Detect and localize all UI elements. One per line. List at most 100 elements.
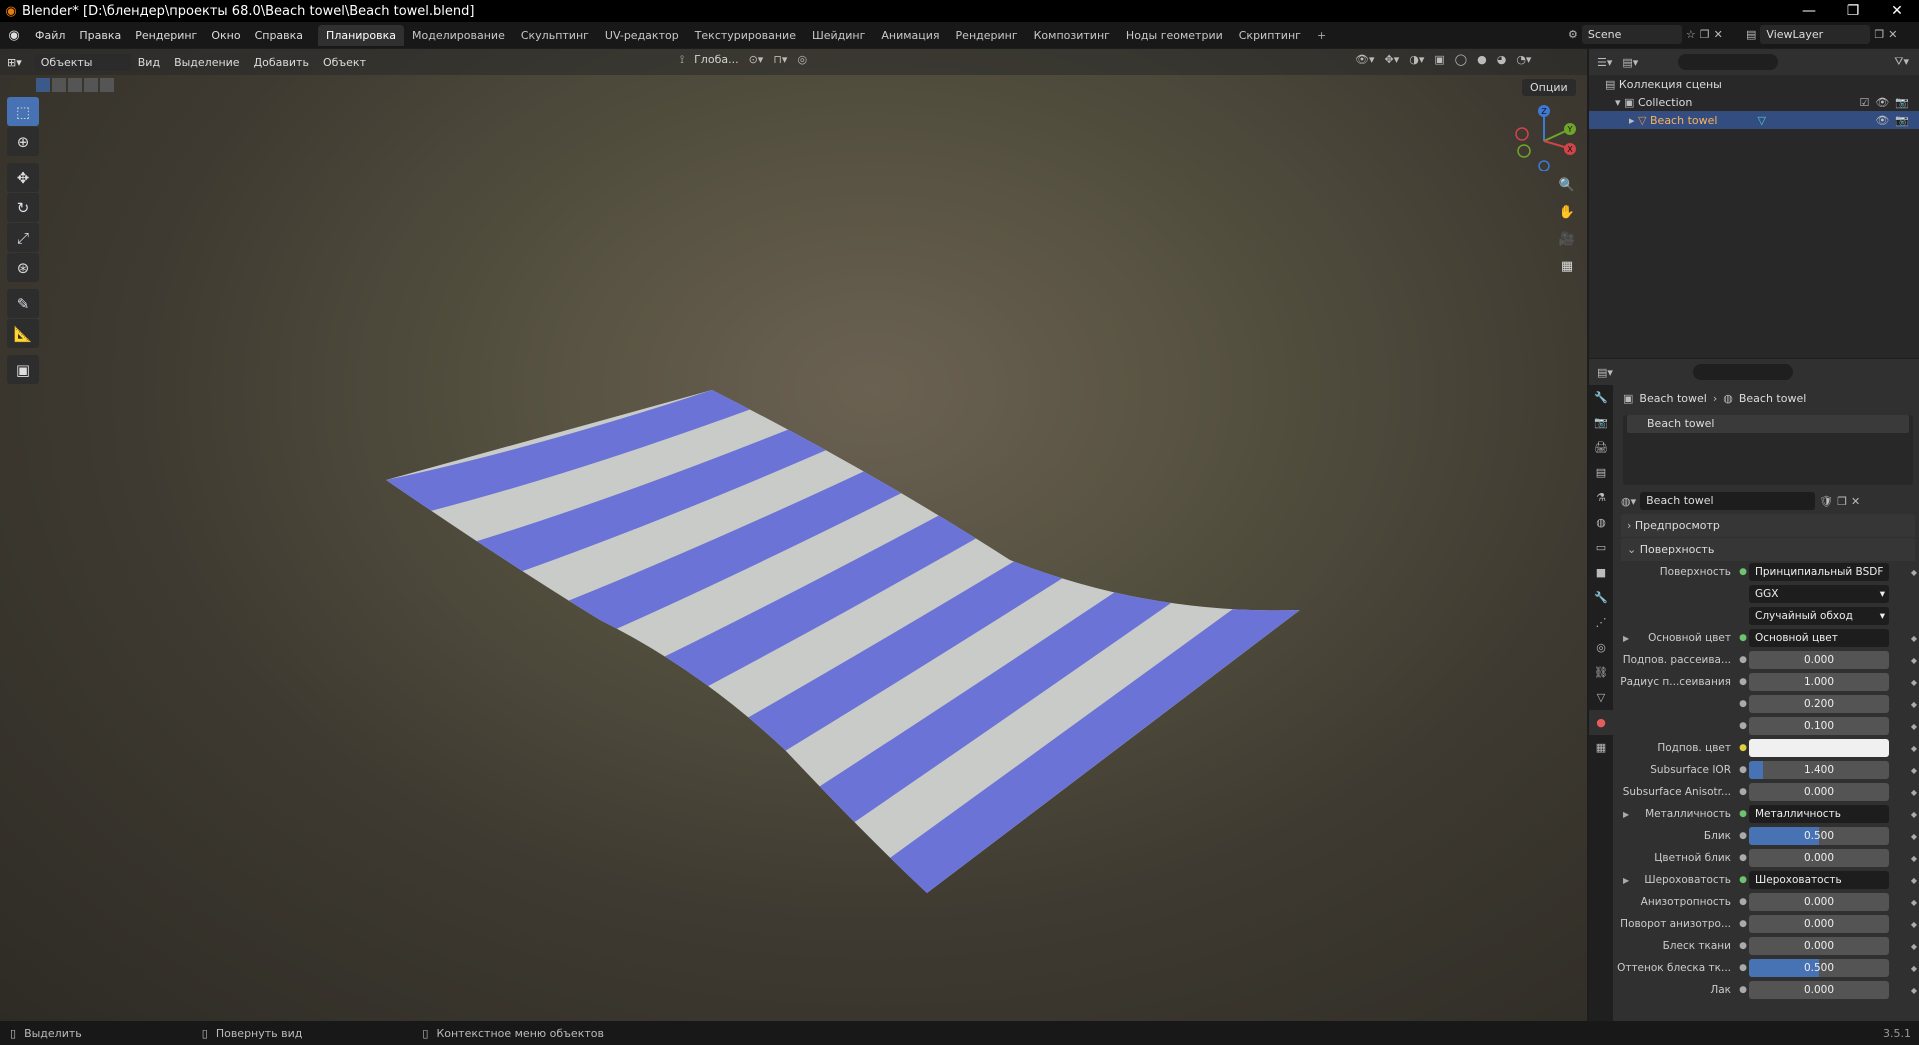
menu-render[interactable]: Рендеринг xyxy=(128,29,204,42)
close-button[interactable]: ✕ xyxy=(1875,0,1919,22)
property-field[interactable]: 0.500 xyxy=(1749,959,1889,977)
texture-tab-icon[interactable]: ▦ xyxy=(1589,735,1613,760)
keyframe-icon[interactable]: ◆ xyxy=(1911,656,1917,665)
world-tab-icon[interactable]: ◍ xyxy=(1589,510,1613,535)
filter-icon[interactable]: ⛛▾ xyxy=(1894,55,1909,69)
tab-animation[interactable]: Анимация xyxy=(873,25,947,46)
select-intersect-icon[interactable] xyxy=(100,78,114,92)
delete-scene-icon[interactable]: ✕ xyxy=(1714,28,1723,41)
move-tool-icon[interactable]: ✥ xyxy=(7,163,39,192)
menu-window[interactable]: Окно xyxy=(204,29,247,42)
expand-arrow-icon[interactable]: ▾ xyxy=(1615,96,1621,109)
keyframe-icon[interactable]: ◆ xyxy=(1911,942,1917,951)
socket-icon[interactable]: ● xyxy=(1737,743,1749,753)
exclude-checkbox-icon[interactable]: ☑ xyxy=(1859,96,1869,109)
color-swatch[interactable] xyxy=(1749,739,1889,757)
display-mode-icon[interactable]: ▤▾ xyxy=(1622,56,1638,69)
expand-arrow-icon[interactable]: ▸ xyxy=(1629,114,1635,127)
property-field[interactable]: 0.000 xyxy=(1749,937,1889,955)
keyframe-icon[interactable]: ◆ xyxy=(1911,854,1917,863)
delete-view-layer-icon[interactable]: ✕ xyxy=(1888,28,1897,41)
pan-hand-icon[interactable]: ✋ xyxy=(1554,200,1580,226)
socket-icon[interactable]: ● xyxy=(1737,831,1749,841)
tool-tab-icon[interactable]: 🔧 xyxy=(1589,385,1613,410)
outliner-object-beach-towel[interactable]: ▸ ▽ Beach towel ▽ 👁 📷 xyxy=(1589,111,1919,129)
visibility-icon[interactable]: 👁▾ xyxy=(1355,53,1375,66)
new-view-layer-icon[interactable]: ❐ xyxy=(1874,28,1884,41)
surface-panel-header[interactable]: ⌄ Поверхность xyxy=(1621,538,1915,561)
tab-texture-paint[interactable]: Текстурирование xyxy=(687,25,804,46)
property-dropdown[interactable]: GGX ▾ xyxy=(1749,585,1889,603)
editor-type-icon[interactable]: ⊞▾ xyxy=(0,56,29,69)
duplicate-material-icon[interactable]: ❐ xyxy=(1837,495,1847,508)
camera-render-icon[interactable]: 📷 xyxy=(1895,114,1909,127)
tab-uv-editing[interactable]: UV-редактор xyxy=(597,25,687,46)
keyframe-icon[interactable]: ◆ xyxy=(1911,744,1917,753)
socket-icon[interactable]: ● xyxy=(1737,875,1749,885)
material-name-field[interactable]: Beach towel xyxy=(1640,492,1816,510)
eye-icon[interactable]: 👁 xyxy=(1875,96,1889,109)
wireframe-shading-icon[interactable]: ◯ xyxy=(1455,53,1467,66)
object-tab-icon[interactable]: ■ xyxy=(1589,560,1613,585)
socket-icon[interactable]: ● xyxy=(1737,853,1749,863)
properties-editor-type-icon[interactable]: ▤▾ xyxy=(1597,366,1613,379)
measure-tool-icon[interactable]: 📐 xyxy=(7,319,39,348)
property-field[interactable]: 1.400 xyxy=(1749,761,1889,779)
property-field[interactable]: 0.000 xyxy=(1749,893,1889,911)
pivot-icon[interactable]: ⊙▾ xyxy=(749,53,764,67)
physics-tab-icon[interactable]: ◎ xyxy=(1589,635,1613,660)
scene-tab-icon[interactable]: ⚗ xyxy=(1589,485,1613,510)
property-field[interactable]: Шероховатость xyxy=(1749,871,1889,889)
properties-search-input[interactable] xyxy=(1692,364,1793,380)
minimize-button[interactable]: — xyxy=(1787,0,1831,22)
proportional-edit-icon[interactable]: ◎ xyxy=(797,53,807,67)
property-field[interactable]: Металличность xyxy=(1749,805,1889,823)
socket-icon[interactable]: ● xyxy=(1737,633,1749,643)
property-field[interactable]: 0.000 xyxy=(1749,783,1889,801)
socket-icon[interactable]: ● xyxy=(1737,721,1749,731)
keyframe-icon[interactable]: ◆ xyxy=(1911,876,1917,885)
ortho-grid-icon[interactable]: ▦ xyxy=(1554,254,1580,280)
overlay-icon[interactable]: ◑▾ xyxy=(1409,53,1424,66)
keyframe-icon[interactable]: ◆ xyxy=(1911,634,1917,643)
render-tab-icon[interactable]: 📷 xyxy=(1589,410,1613,435)
navigation-gizmo[interactable]: Z Y X xyxy=(1510,101,1580,171)
socket-icon[interactable]: ● xyxy=(1737,897,1749,907)
property-field[interactable]: 0.000 xyxy=(1749,849,1889,867)
gizmo-toggle-icon[interactable]: ✥▾ xyxy=(1385,53,1400,66)
view-layer-selector[interactable]: ViewLayer xyxy=(1760,25,1871,44)
tab-sculpting[interactable]: Скульптинг xyxy=(513,25,597,46)
property-field[interactable]: 0.200 xyxy=(1749,695,1889,713)
keyframe-icon[interactable]: ◆ xyxy=(1911,788,1917,797)
keyframe-icon[interactable]: ◆ xyxy=(1911,700,1917,709)
preview-panel-header[interactable]: › Предпросмотр xyxy=(1621,514,1915,537)
data-tab-icon[interactable]: ▽ xyxy=(1589,685,1613,710)
outliner-editor-type-icon[interactable]: ☰▾ xyxy=(1597,56,1612,69)
expand-arrow-icon[interactable]: ▶ xyxy=(1623,810,1629,819)
solid-shading-icon[interactable]: ● xyxy=(1477,53,1487,66)
socket-icon[interactable]: ● xyxy=(1737,655,1749,665)
keyframe-icon[interactable]: ◆ xyxy=(1911,722,1917,731)
material-shading-icon[interactable]: ◕ xyxy=(1497,53,1507,66)
keyframe-icon[interactable]: ◆ xyxy=(1911,678,1917,687)
beach-towel-mesh[interactable] xyxy=(0,49,1587,1021)
output-tab-icon[interactable]: 🖨 xyxy=(1589,435,1613,460)
collection-tab-icon[interactable]: ▭ xyxy=(1589,535,1613,560)
keyframe-icon[interactable]: ◆ xyxy=(1911,810,1917,819)
constraints-tab-icon[interactable]: ⛓ xyxy=(1589,660,1613,685)
scene-icon[interactable]: ⚙ xyxy=(1568,28,1578,41)
material-slot-list[interactable]: Beach towel xyxy=(1623,415,1913,485)
view-layer-icon[interactable]: ▤ xyxy=(1746,28,1756,41)
cursor-tool-icon[interactable]: ⊕ xyxy=(7,127,39,156)
add-cube-tool-icon[interactable]: ▣ xyxy=(7,355,39,384)
keyframe-icon[interactable]: ◆ xyxy=(1911,766,1917,775)
3d-viewport[interactable]: ⊞▾ Объекты Вид Выделение Добавить Объект… xyxy=(0,49,1587,1021)
menu-select[interactable]: Выделение xyxy=(167,56,247,69)
particles-tab-icon[interactable]: ⋰ xyxy=(1589,610,1613,635)
tab-rendering[interactable]: Рендеринг xyxy=(948,25,1026,46)
property-field[interactable]: 0.500 xyxy=(1749,827,1889,845)
socket-icon[interactable]: ● xyxy=(1737,787,1749,797)
socket-icon[interactable]: ● xyxy=(1737,963,1749,973)
socket-icon[interactable]: ● xyxy=(1737,985,1749,995)
select-box-tool-icon[interactable]: ⬚ xyxy=(7,97,39,126)
